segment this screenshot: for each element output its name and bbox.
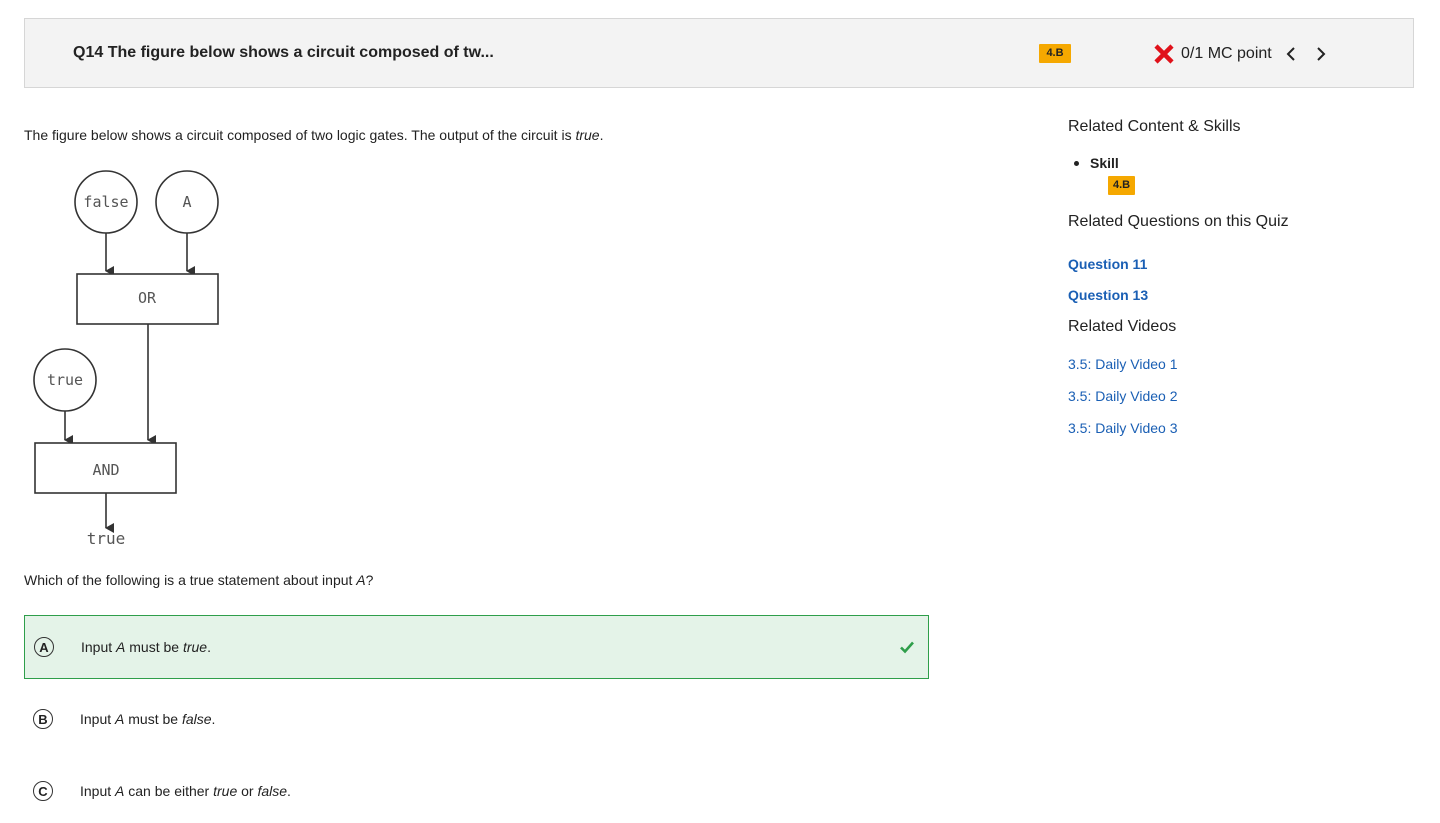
stem-suffix: .: [599, 127, 604, 143]
stem-text: The figure below shows a circuit compose…: [24, 127, 576, 143]
link-video-2[interactable]: 3.5: Daily Video 2: [1068, 388, 1177, 404]
choice-letter: B: [33, 709, 53, 729]
question-header: Q14 The figure below shows a circuit com…: [24, 18, 1414, 88]
choice-b[interactable]: B Input A must be false.: [24, 687, 929, 751]
related-videos-heading: Related Videos: [1068, 318, 1177, 335]
next-question-button[interactable]: [1310, 43, 1332, 65]
input-a-label: A: [182, 193, 191, 211]
prompt-variable: A: [356, 572, 366, 588]
chevron-left-icon: [1286, 47, 1295, 61]
question-stem: The figure below shows a circuit compose…: [24, 127, 603, 143]
input-true-label: true: [47, 371, 83, 389]
choice-letter: C: [33, 781, 53, 801]
choice-text: Input A can be either true or false.: [80, 783, 291, 799]
circuit-output-label: true: [87, 529, 126, 548]
score-text: 0/1 MC point: [1181, 45, 1272, 62]
question-prompt: Which of the following is a true stateme…: [24, 572, 373, 588]
input-false-label: false: [83, 193, 128, 211]
skill-badge: 4.B: [1039, 44, 1071, 63]
sidebar-skill-badge: 4.B: [1108, 176, 1136, 195]
chevron-right-icon: [1317, 47, 1326, 61]
previous-question-button[interactable]: [1280, 43, 1302, 65]
check-icon: [900, 641, 914, 654]
or-gate-label: OR: [138, 289, 157, 307]
choice-c[interactable]: C Input A can be either true or false.: [24, 759, 929, 823]
related-content-heading: Related Content & Skills: [1068, 118, 1241, 135]
prompt-text: Which of the following is a true stateme…: [24, 572, 357, 588]
related-questions-heading: Related Questions on this Quiz: [1068, 213, 1289, 230]
link-video-3[interactable]: 3.5: Daily Video 3: [1068, 420, 1177, 436]
score-area: 0/1 MC point: [1153, 41, 1332, 67]
stem-emphasis: true: [575, 127, 600, 143]
skill-label: Skill: [1074, 155, 1119, 171]
question-title: Q14 The figure below shows a circuit com…: [73, 44, 494, 61]
choice-text: Input A must be false.: [80, 711, 216, 727]
prompt-suffix: ?: [365, 572, 374, 588]
x-mark-icon: [1154, 44, 1174, 64]
link-video-1[interactable]: 3.5: Daily Video 1: [1068, 356, 1177, 372]
link-question-11[interactable]: Question 11: [1068, 256, 1147, 272]
choice-a[interactable]: A Input A must be true.: [24, 615, 929, 679]
choice-letter: A: [34, 637, 54, 657]
choice-text: Input A must be true.: [81, 639, 211, 655]
and-gate-label: AND: [92, 461, 119, 479]
circuit-diagram: false A OR true AND true: [33, 170, 219, 548]
link-question-13[interactable]: Question 13: [1068, 287, 1148, 303]
